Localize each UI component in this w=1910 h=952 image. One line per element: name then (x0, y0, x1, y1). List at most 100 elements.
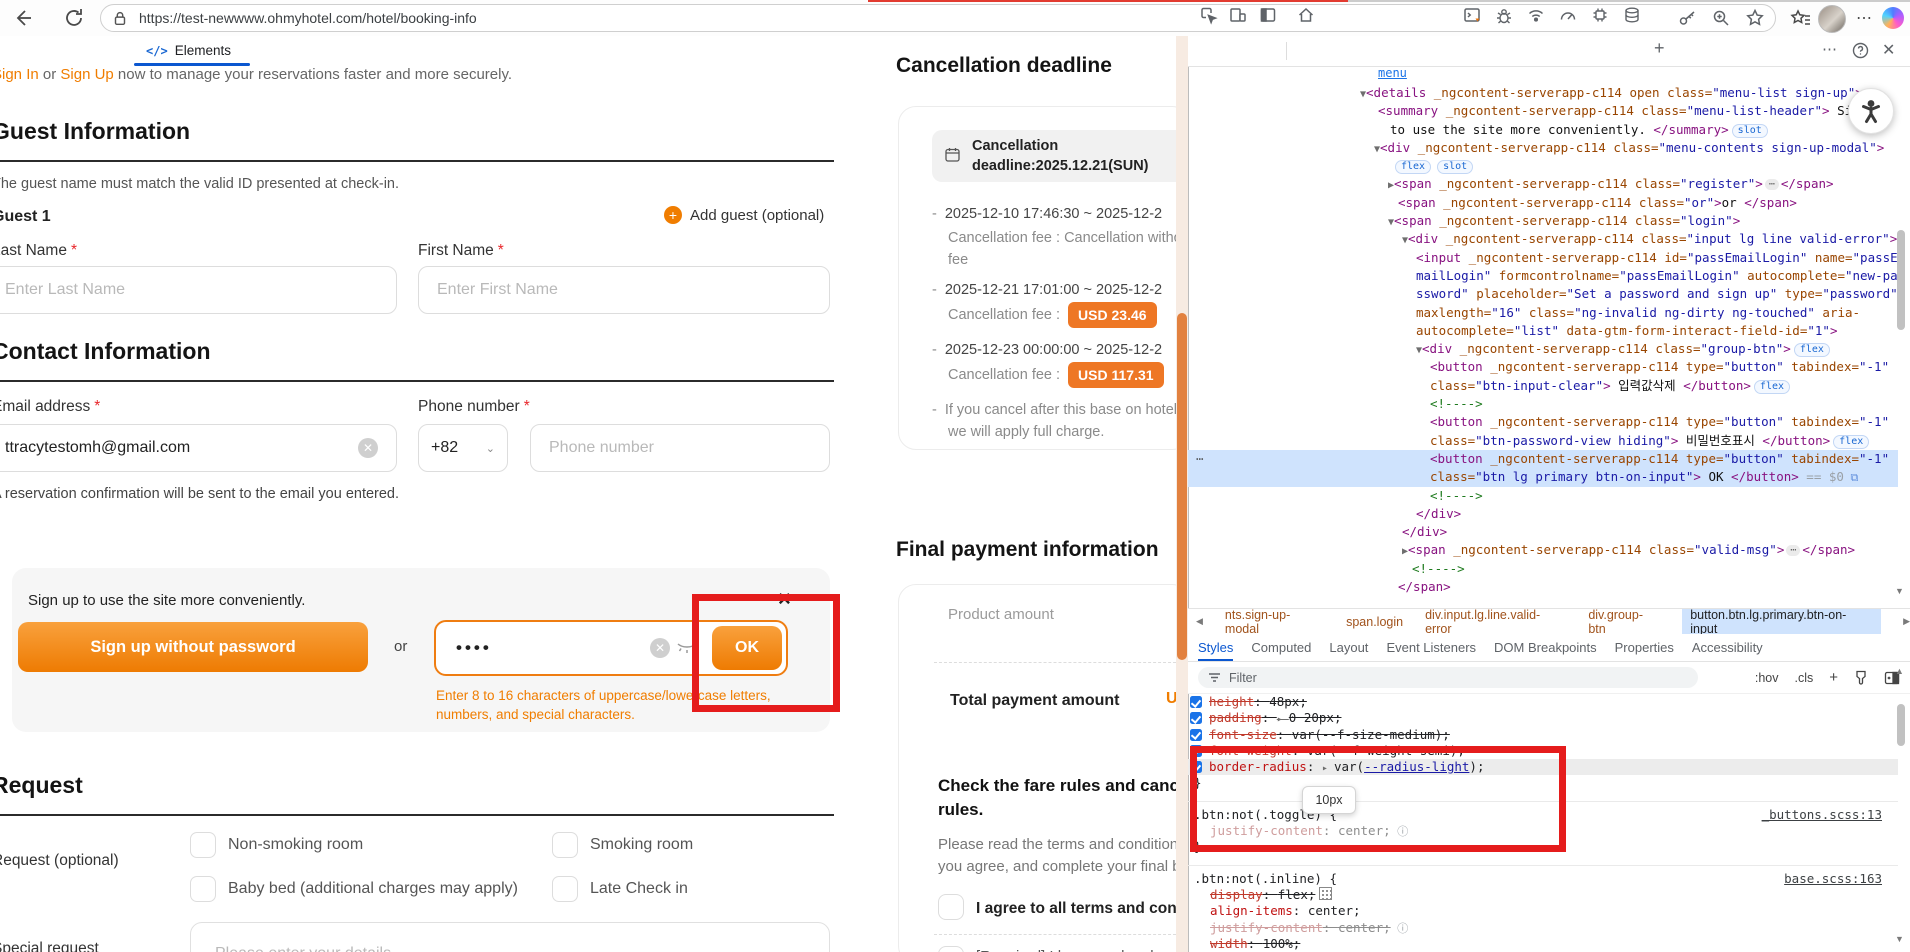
deadline-text: Cancellation deadline:2025.12.21(SUN) (972, 138, 1149, 174)
application-icon[interactable] (1622, 5, 1642, 25)
lock-icon (111, 9, 129, 27)
breadcrumb: ◀ nts.sign-up-modal span.login div.input… (1188, 608, 1910, 634)
country-code-select[interactable]: +82 ⌄ (418, 424, 508, 472)
signup-without-password-button[interactable]: Sign up without password (18, 622, 368, 672)
url-text[interactable]: https://test-newwww.ohmyhotel.com/hotel/… (139, 10, 477, 26)
top-red-line (868, 0, 1348, 2)
tab-event-listeners[interactable]: Event Listeners (1386, 640, 1476, 655)
agree-all-label[interactable]: I agree to all terms and conditions (976, 900, 1176, 918)
copilot-icon[interactable] (1882, 7, 1904, 29)
breadcrumb-right-icon[interactable]: ▶ (1903, 616, 1910, 627)
back-icon[interactable] (10, 6, 34, 30)
styles-filter-input[interactable]: Filter (1198, 667, 1698, 688)
styles-scroll-down-icon[interactable]: ▼ (1895, 934, 1904, 944)
tab-properties[interactable]: Properties (1615, 640, 1674, 655)
performance-icon[interactable] (1558, 5, 1578, 25)
booking-page: Sign In or Sign Up now to manage your re… (0, 36, 1176, 952)
cancellation-item: -2025-12-21 17:01:00 ~ 2025-12-2 (932, 282, 1163, 298)
account-note: Sign In or Sign Up now to manage your re… (0, 66, 512, 83)
avatar[interactable] (1818, 5, 1846, 33)
dom-partial-line: menu (1378, 66, 1407, 80)
required-agree-label[interactable]: [Required] I have read and agree t (976, 948, 1176, 952)
dom-scrollbar-thumb[interactable] (1897, 230, 1905, 330)
key-icon[interactable] (1677, 8, 1697, 28)
clear-email-icon[interactable]: ✕ (358, 438, 378, 458)
breadcrumb-left-icon[interactable]: ◀ (1196, 616, 1203, 627)
accessibility-widget-button[interactable] (1848, 88, 1894, 134)
tab-accessibility[interactable]: Accessibility (1692, 640, 1763, 655)
checkbox-non-smoking[interactable] (190, 832, 216, 858)
sign-up-link[interactable]: Sign Up (60, 66, 113, 83)
devtools-more-menu-icon[interactable]: ⋯ (1822, 40, 1838, 58)
dom-tree[interactable]: ▼<details _ngcontent-serverapp-c114 open… (1188, 84, 1898, 596)
tab-dom-breakpoints[interactable]: DOM Breakpoints (1494, 640, 1597, 655)
console-icon[interactable] (1462, 5, 1482, 25)
cls-toggle[interactable]: .cls (1794, 671, 1813, 685)
breadcrumb-item[interactable]: div.input.lg.line.valid-error (1425, 609, 1566, 634)
option-label[interactable]: Baby bed (additional charges may apply) (228, 880, 518, 898)
dom-scroll-down-icon[interactable]: ▼ (1895, 586, 1904, 596)
tab-styles[interactable]: Styles (1198, 640, 1234, 661)
cancellation-title: Cancellation deadline (896, 54, 1112, 77)
hov-toggle[interactable]: :hov (1755, 671, 1779, 685)
checkbox-required[interactable] (938, 946, 964, 952)
styles-scrollbar-thumb[interactable] (1897, 704, 1905, 746)
network-icon[interactable] (1526, 5, 1546, 25)
new-style-rule-plus[interactable]: + (1829, 669, 1838, 686)
tab-elements[interactable]: </> Elements (134, 36, 243, 65)
phone-input[interactable]: Phone number (530, 424, 830, 472)
page-scrollbar-thumb[interactable] (1177, 313, 1187, 660)
address-bar[interactable]: https://test-newwww.ohmyhotel.com/hotel/… (100, 4, 1776, 32)
checkbox-baby-bed[interactable] (190, 876, 216, 902)
option-label[interactable]: Late Check in (590, 880, 688, 898)
close-icon[interactable]: × (778, 586, 791, 612)
email-input[interactable]: ttracytestomh@gmail.com ✕ (0, 424, 397, 472)
or-text: or (394, 638, 408, 655)
option-label[interactable]: Non-smoking room (228, 836, 363, 854)
calendar-icon (944, 146, 961, 163)
devtools-tabbar (1188, 36, 1910, 67)
rendering-icon[interactable] (1854, 670, 1868, 685)
top-gray-line (1348, 0, 1910, 2)
breadcrumb-item[interactable]: span.login (1346, 615, 1403, 629)
checkbox-agree-all[interactable] (938, 894, 964, 920)
add-guest-button[interactable]: + Add guest (optional) (664, 206, 824, 224)
special-request-textarea[interactable]: Please enter your details (190, 922, 830, 952)
styles-rules[interactable]: height: 48px; padding: ▸ 0 20px; font-size… (1188, 694, 1898, 952)
filter-icon (1208, 672, 1221, 683)
collections-icon[interactable] (1790, 8, 1812, 30)
checkbox-smoking[interactable] (552, 832, 578, 858)
home-icon[interactable] (1296, 5, 1316, 25)
cancellation-fee-text: Cancellation fee : Cancellation withou (948, 230, 1176, 246)
option-label[interactable]: Smoking room (590, 836, 693, 854)
password-eye-icon[interactable] (676, 642, 698, 656)
final-payment-title: Final payment information (896, 538, 1159, 561)
devtools-close-icon[interactable]: ✕ (1882, 40, 1895, 60)
first-name-input[interactable]: Enter First Name (418, 266, 830, 314)
favorite-star-icon[interactable] (1745, 8, 1765, 28)
checkbox-late-checkin[interactable] (552, 876, 578, 902)
device-toolbar-icon[interactable] (1228, 5, 1248, 25)
request-optional-label: Request (optional) (0, 852, 119, 869)
tab-layout[interactable]: Layout (1329, 640, 1368, 655)
refresh-icon[interactable] (62, 6, 86, 30)
inspect-icon[interactable] (1198, 5, 1218, 25)
devtools-help-icon[interactable] (1852, 42, 1869, 59)
clear-password-icon[interactable]: ✕ (650, 638, 670, 658)
styles-scroll-up-icon[interactable]: ▲ (1895, 666, 1904, 676)
dock-icon[interactable] (1258, 5, 1278, 25)
last-name-input[interactable]: Enter Last Name (0, 266, 397, 314)
elements-code-icon: </> (146, 43, 168, 58)
more-icon[interactable]: ⋯ (1856, 8, 1873, 28)
zoom-icon[interactable] (1711, 8, 1731, 28)
more-tabs-plus[interactable]: + (1654, 38, 1665, 59)
tab-computed[interactable]: Computed (1251, 640, 1311, 655)
signup-prompt: Sign up to use the site more convenientl… (28, 592, 306, 609)
issues-bug-icon[interactable] (1494, 5, 1514, 25)
sign-in-link[interactable]: Sign In (0, 66, 39, 83)
ok-button[interactable]: OK (712, 626, 782, 670)
memory-icon[interactable] (1590, 5, 1610, 25)
breadcrumb-item[interactable]: nts.sign-up-modal (1225, 609, 1324, 634)
breadcrumb-item[interactable]: div.group-btn (1588, 609, 1660, 634)
breadcrumb-item-selected[interactable]: button.btn.lg.primary.btn-on-input (1682, 609, 1882, 634)
